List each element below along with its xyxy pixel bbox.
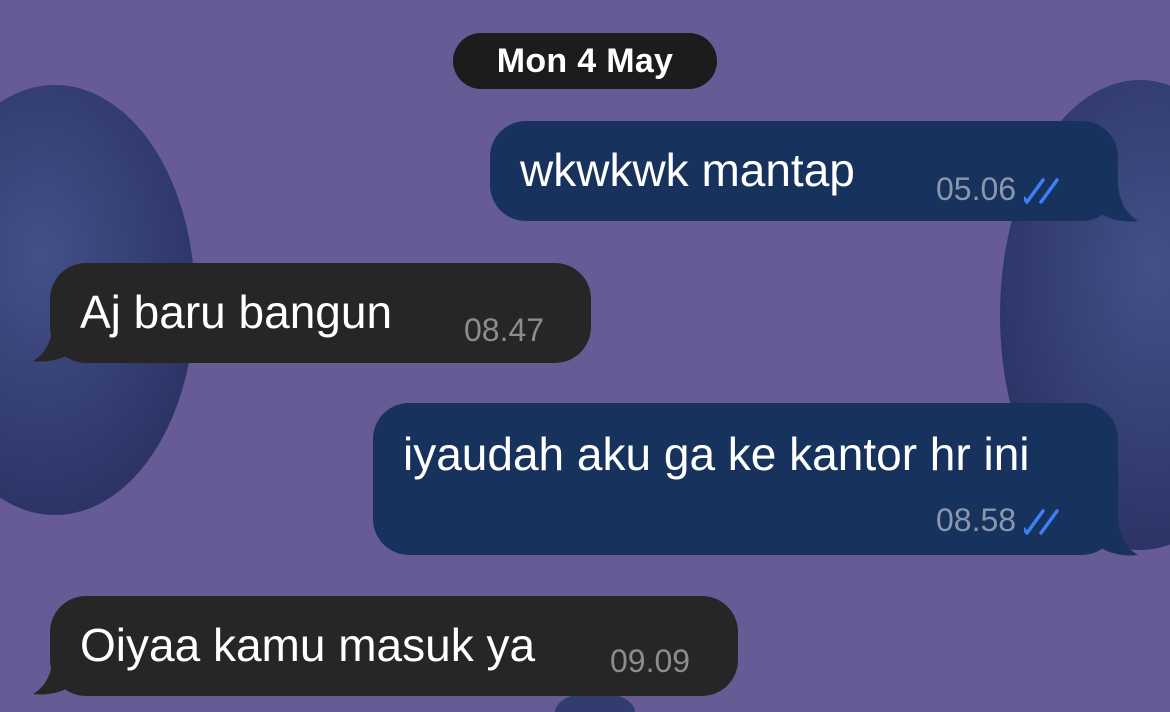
message-time: 09.09 bbox=[610, 643, 691, 679]
message-time: 08.47 bbox=[464, 312, 545, 348]
message-outgoing[interactable]: wkwkwk mantap 05.06 bbox=[490, 121, 1118, 221]
message-text: iyaudah aku ga ke kantor hr ini bbox=[403, 428, 1030, 480]
message-text: Aj baru bangun bbox=[80, 286, 393, 338]
message-text: wkwkwk mantap bbox=[520, 144, 855, 196]
message-meta: 08.47 bbox=[464, 312, 544, 348]
message-time: 08.58 bbox=[936, 502, 1017, 538]
message-text: Oiyaa kamu masuk ya bbox=[80, 619, 536, 671]
double-check-read-icon bbox=[1024, 509, 1059, 535]
message-incoming[interactable]: Aj baru bangun 08.47 bbox=[50, 263, 591, 363]
bubble-tail bbox=[1100, 519, 1138, 556]
bubble-tail bbox=[33, 325, 71, 362]
message-meta: 09.09 bbox=[610, 643, 690, 679]
bubble-tail bbox=[1100, 185, 1138, 222]
date-separator: Mon 4 May bbox=[453, 33, 717, 89]
message-meta: 08.58 bbox=[936, 502, 1070, 538]
double-check-read-icon bbox=[1024, 178, 1059, 204]
message-incoming[interactable]: Oiyaa kamu masuk ya 09.09 bbox=[50, 596, 738, 696]
bubble-tail bbox=[33, 658, 71, 695]
message-meta: 05.06 bbox=[936, 171, 1070, 207]
message-outgoing[interactable]: iyaudah aku ga ke kantor hr ini 08.58 bbox=[373, 403, 1118, 555]
message-time: 05.06 bbox=[936, 171, 1017, 207]
